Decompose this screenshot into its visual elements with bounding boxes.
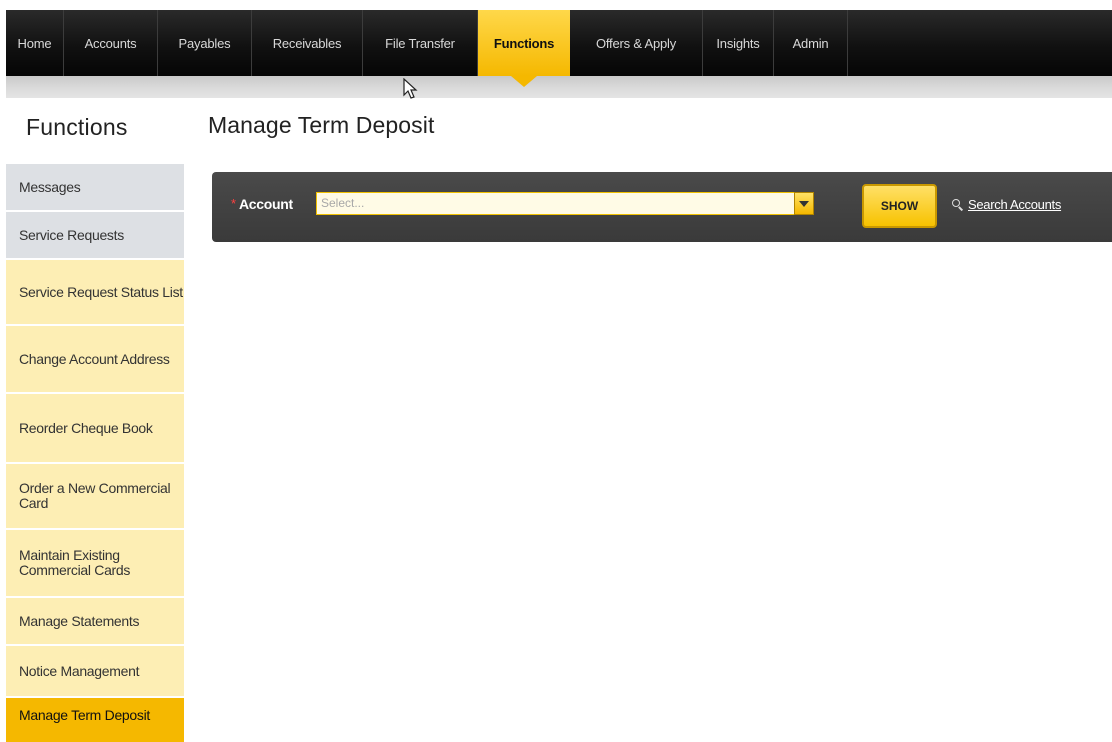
- chevron-down-icon: [799, 200, 809, 207]
- sub-navigation-bar: [6, 76, 1112, 98]
- account-filter-bar: * Account Select... SHOW Search Accounts: [212, 172, 1112, 242]
- sidebar-item-service-requests[interactable]: Service Requests: [6, 212, 184, 260]
- search-accounts-link[interactable]: Search Accounts: [952, 197, 1061, 212]
- nav-item-payables[interactable]: Payables: [158, 10, 252, 76]
- nav-item-home[interactable]: Home: [6, 10, 64, 76]
- account-select-dropdown-button[interactable]: [794, 192, 814, 215]
- sidebar-item-reorder-cheque-book[interactable]: Reorder Cheque Book: [6, 394, 184, 464]
- app-window: Home Accounts Payables Receivables File …: [0, 0, 1112, 742]
- required-indicator: *: [231, 196, 237, 211]
- sidebar-menu: Messages Service Requests Service Reques…: [6, 164, 184, 742]
- sidebar-heading: Functions: [26, 114, 128, 140]
- nav-item-functions[interactable]: Functions: [478, 10, 570, 76]
- top-navigation: Home Accounts Payables Receivables File …: [0, 0, 1112, 76]
- search-icon: [952, 198, 964, 211]
- sidebar-item-order-new-commercial-card[interactable]: Order a New Commercial Card: [6, 464, 184, 530]
- nav-item-receivables[interactable]: Receivables: [252, 10, 363, 76]
- show-button[interactable]: SHOW: [862, 184, 937, 228]
- active-tab-pointer: [511, 76, 537, 87]
- search-accounts-label: Search Accounts: [968, 197, 1062, 212]
- sidebar-item-notice-management[interactable]: Notice Management: [6, 646, 184, 698]
- sidebar-item-change-account-address[interactable]: Change Account Address: [6, 326, 184, 394]
- sidebar-item-maintain-existing-commercial-cards[interactable]: Maintain Existing Commercial Cards: [6, 530, 184, 598]
- nav-item-accounts[interactable]: Accounts: [64, 10, 158, 76]
- nav-item-file-transfer[interactable]: File Transfer: [363, 10, 478, 76]
- nav-item-admin[interactable]: Admin: [774, 10, 848, 76]
- sidebar-item-manage-term-deposit[interactable]: Manage Term Deposit: [6, 698, 184, 742]
- nav-item-offers-apply[interactable]: Offers & Apply: [570, 10, 703, 76]
- nav-item-insights[interactable]: Insights: [703, 10, 774, 76]
- account-label: Account: [239, 196, 293, 212]
- page-title: Manage Term Deposit: [208, 112, 435, 138]
- sidebar-item-messages[interactable]: Messages: [6, 164, 184, 212]
- mouse-cursor-icon: [403, 78, 418, 99]
- account-select[interactable]: Select...: [316, 192, 807, 215]
- sidebar-item-service-request-status-list[interactable]: Service Request Status List: [6, 260, 184, 326]
- sidebar-item-manage-statements[interactable]: Manage Statements: [6, 598, 184, 646]
